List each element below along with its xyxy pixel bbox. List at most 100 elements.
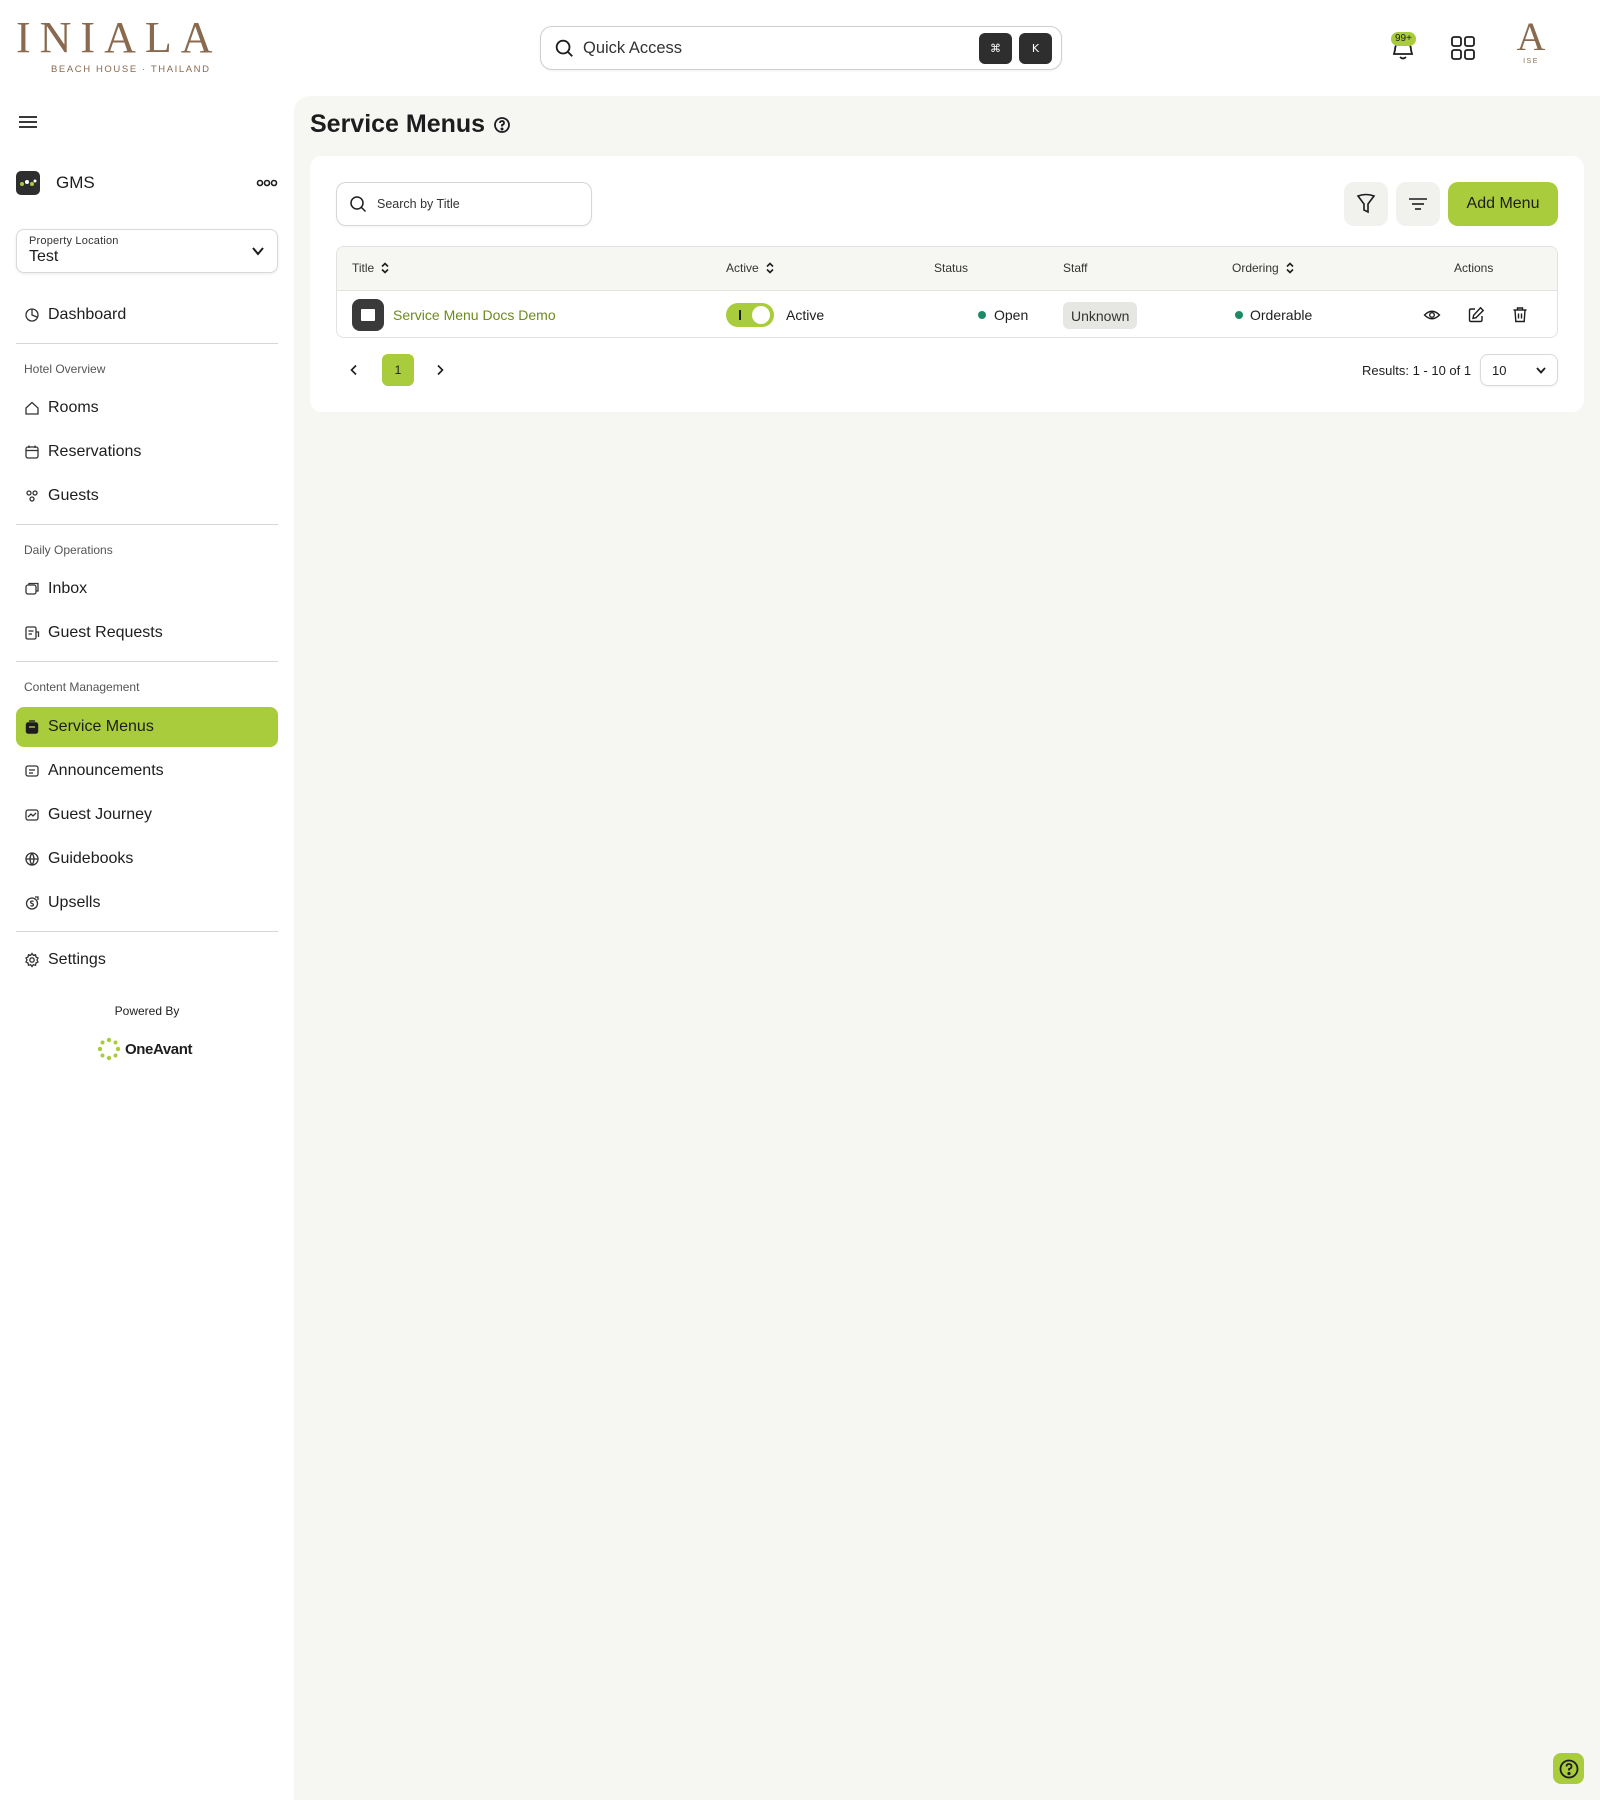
help-button[interactable] [1553,1753,1584,1784]
iniala-logo[interactable]: INIALA BEACH HOUSE · THAILAND [16,16,226,76]
sidebar-item-guest-requests[interactable]: Guest Requests [16,613,278,653]
section-content-management: Content Management [24,680,140,694]
sidebar-item-settings[interactable]: Settings [16,940,278,980]
help-circle-icon [1559,1759,1578,1778]
trash-icon[interactable] [1511,306,1529,324]
home-icon [25,401,39,415]
table-row[interactable]: Service Menu Docs Demo Active Open Unkno… [337,291,1557,337]
column-ordering-label: Ordering [1232,261,1279,275]
k-key-hint: K [1019,32,1052,64]
oneavant-wordmark: OneAvant [125,1040,193,1058]
logo-subtitle: BEACH HOUSE · THAILAND [51,64,211,75]
sidebar-item-guests[interactable]: Guests [16,476,278,516]
more-options-icon[interactable] [256,179,278,187]
edit-icon[interactable] [1467,306,1485,324]
sidebar-item-label: Service Menus [48,718,154,735]
inbox-icon [25,582,39,595]
sidebar-item-service-menus[interactable]: Service Menus [16,707,278,747]
sidebar-divider [16,343,278,344]
sidebar-item-reservations[interactable]: Reservations [16,432,278,472]
column-ordering[interactable]: Ordering [1232,261,1295,275]
hamburger-menu-icon[interactable] [18,114,38,130]
oneavant-logo[interactable]: OneAvant [97,1036,207,1062]
requests-icon [25,626,40,640]
section-daily-operations: Daily Operations [24,543,113,557]
column-staff: Staff [1063,261,1087,275]
menu-title-link[interactable]: Service Menu Docs Demo [393,307,556,323]
results-count: Results: 1 - 10 of 1 [1362,363,1472,378]
ordering-dot [1235,311,1243,319]
column-staff-label: Staff [1063,261,1088,275]
service-menus-card: Add Menu Title Active Status Staff [310,156,1584,412]
status-text: Open [994,307,1029,323]
add-menu-button[interactable]: Add Menu [1448,182,1558,226]
property-location-select[interactable]: Property Location Test [16,229,278,273]
column-active[interactable]: Active [726,261,775,275]
sidebar: GMS Property Location Test Dashboard Hot… [0,96,294,1800]
quick-access-search[interactable]: Quick Access ⌘ K [540,26,1062,70]
sidebar-item-guidebooks[interactable]: Guidebooks [16,839,278,879]
guests-icon [26,490,38,502]
title-search[interactable] [336,182,592,226]
sidebar-item-inbox[interactable]: Inbox [16,569,278,609]
sidebar-item-label: Settings [48,951,106,968]
prev-page-button[interactable] [346,354,362,386]
column-actions: Actions [1454,261,1493,275]
chevron-left-icon [350,364,357,376]
search-input[interactable] [377,197,577,211]
ordering-text: Orderable [1250,307,1313,323]
column-title-label: Title [352,261,375,275]
eye-icon[interactable] [1423,306,1441,324]
top-header: INIALA BEACH HOUSE · THAILAND Quick Acce… [0,0,1600,96]
active-toggle[interactable] [726,303,774,327]
page-1-button[interactable]: 1 [382,354,414,386]
service-menu-icon [25,720,39,734]
section-hotel-overview: Hotel Overview [24,362,106,376]
page-title: Service Menus [310,110,511,139]
sidebar-item-dashboard[interactable]: Dashboard [16,295,278,335]
page-title-text: Service Menus [310,110,486,138]
upsell-icon [25,896,39,910]
sidebar-item-guest-journey[interactable]: Guest Journey [16,795,278,835]
sort-button[interactable] [1396,182,1440,226]
oneavant-burst-icon [97,1037,121,1061]
search-icon [555,39,573,57]
sidebar-item-label: Inbox [48,580,88,597]
quick-access-label: Quick Access [583,38,683,57]
funnel-icon [1356,193,1376,214]
avatar-subtitle: ISE [1523,58,1539,65]
sidebar-divider [16,931,278,932]
per-page-select[interactable]: 10 [1480,354,1558,386]
column-title[interactable]: Title [352,261,390,275]
per-page-value: 10 [1492,362,1507,378]
column-status-label: Status [934,261,969,275]
sidebar-item-label: Guest Journey [48,806,153,823]
powered-by-label: Powered By [114,1004,180,1018]
active-label: Active [786,307,825,323]
sidebar-item-upsells[interactable]: Upsells [16,883,278,923]
column-active-label: Active [726,261,759,275]
help-circle-icon[interactable] [493,116,511,134]
notification-count-badge: 99+ [1391,32,1416,46]
menu-thumbnail [352,299,384,331]
chevron-right-icon [437,364,444,376]
search-icon [350,196,367,213]
sidebar-item-label: Upsells [48,894,101,911]
sidebar-item-rooms[interactable]: Rooms [16,388,278,428]
gms-logo-icon [16,171,40,195]
main-content: Service Menus Add Menu Title Active [294,96,1600,1800]
sort-arrows-icon [766,262,774,274]
user-avatar[interactable]: A ISE [1505,16,1557,72]
filter-button[interactable] [1344,182,1388,226]
chevron-down-icon [1536,367,1546,374]
app-switcher[interactable]: GMS [16,170,278,196]
sidebar-item-announcements[interactable]: Announcements [16,751,278,791]
service-menus-table: Title Active Status Staff Ordering Actio… [336,246,1558,338]
sidebar-divider [16,661,278,662]
apps-grid-icon[interactable] [1450,35,1476,61]
column-actions-label: Actions [1454,261,1494,275]
dashboard-icon [25,308,39,322]
sidebar-item-label: Guests [48,487,99,504]
globe-icon [25,852,39,866]
next-page-button[interactable] [432,354,448,386]
